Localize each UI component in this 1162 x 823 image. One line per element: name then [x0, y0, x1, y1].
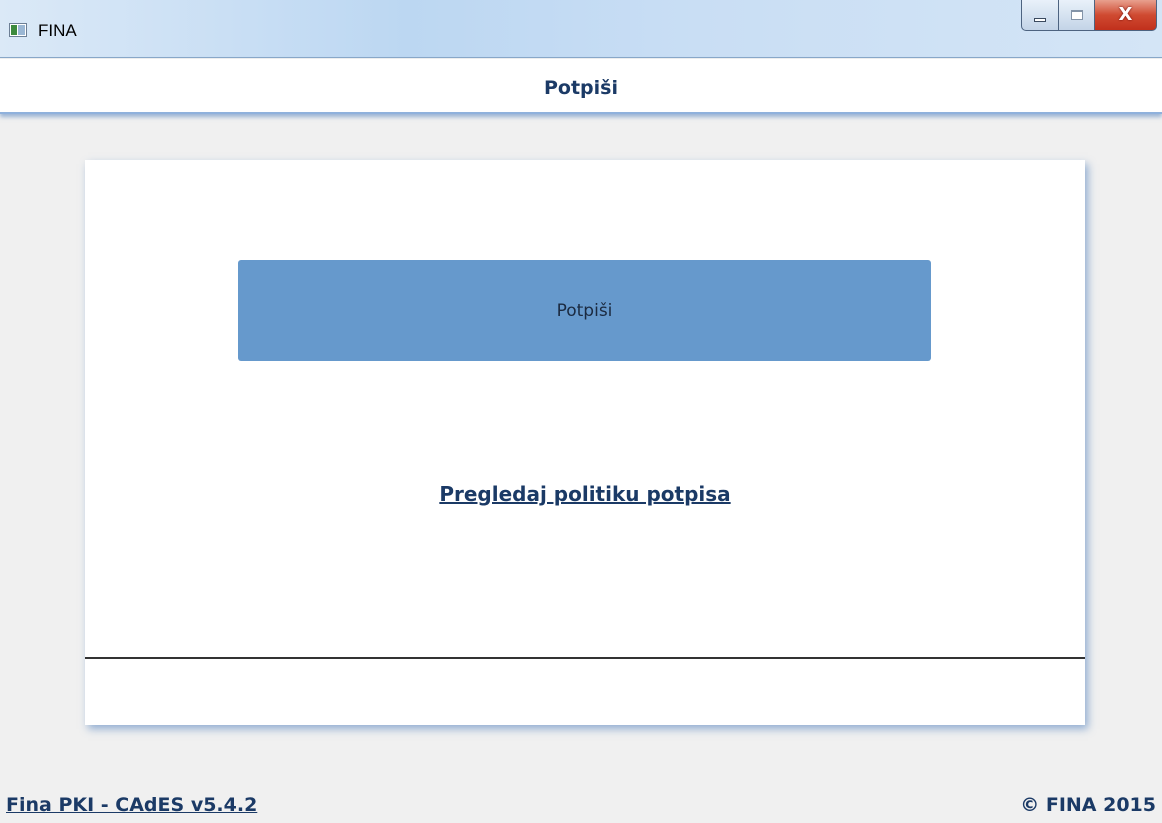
- title-bar[interactable]: FINA X: [0, 0, 1162, 58]
- minimize-button[interactable]: [1021, 0, 1059, 31]
- page-header: Potpiši: [0, 59, 1162, 114]
- minimize-icon: [1034, 18, 1046, 22]
- content-card: Potpiši Pregledaj politiku potpisa: [85, 160, 1085, 725]
- close-button[interactable]: X: [1095, 0, 1157, 31]
- maximize-icon: [1070, 10, 1083, 20]
- window-controls: X: [1021, 0, 1157, 34]
- view-signature-policy-link[interactable]: Pregledaj politiku potpisa: [85, 482, 1085, 506]
- sign-button[interactable]: Potpiši: [238, 260, 931, 361]
- copyright-text: © FINA 2015: [1020, 794, 1156, 816]
- app-window-icon[interactable]: [9, 23, 27, 37]
- app-window: FINA X Potpiši Potpiši Pregledaj politik…: [0, 0, 1162, 823]
- close-icon: X: [1118, 4, 1133, 25]
- card-divider: [85, 657, 1085, 659]
- maximize-button[interactable]: [1059, 0, 1095, 31]
- version-link[interactable]: Fina PKI - CAdES v5.4.2: [6, 794, 257, 816]
- page-title: Potpiši: [544, 77, 618, 99]
- window-title: FINA: [38, 21, 77, 40]
